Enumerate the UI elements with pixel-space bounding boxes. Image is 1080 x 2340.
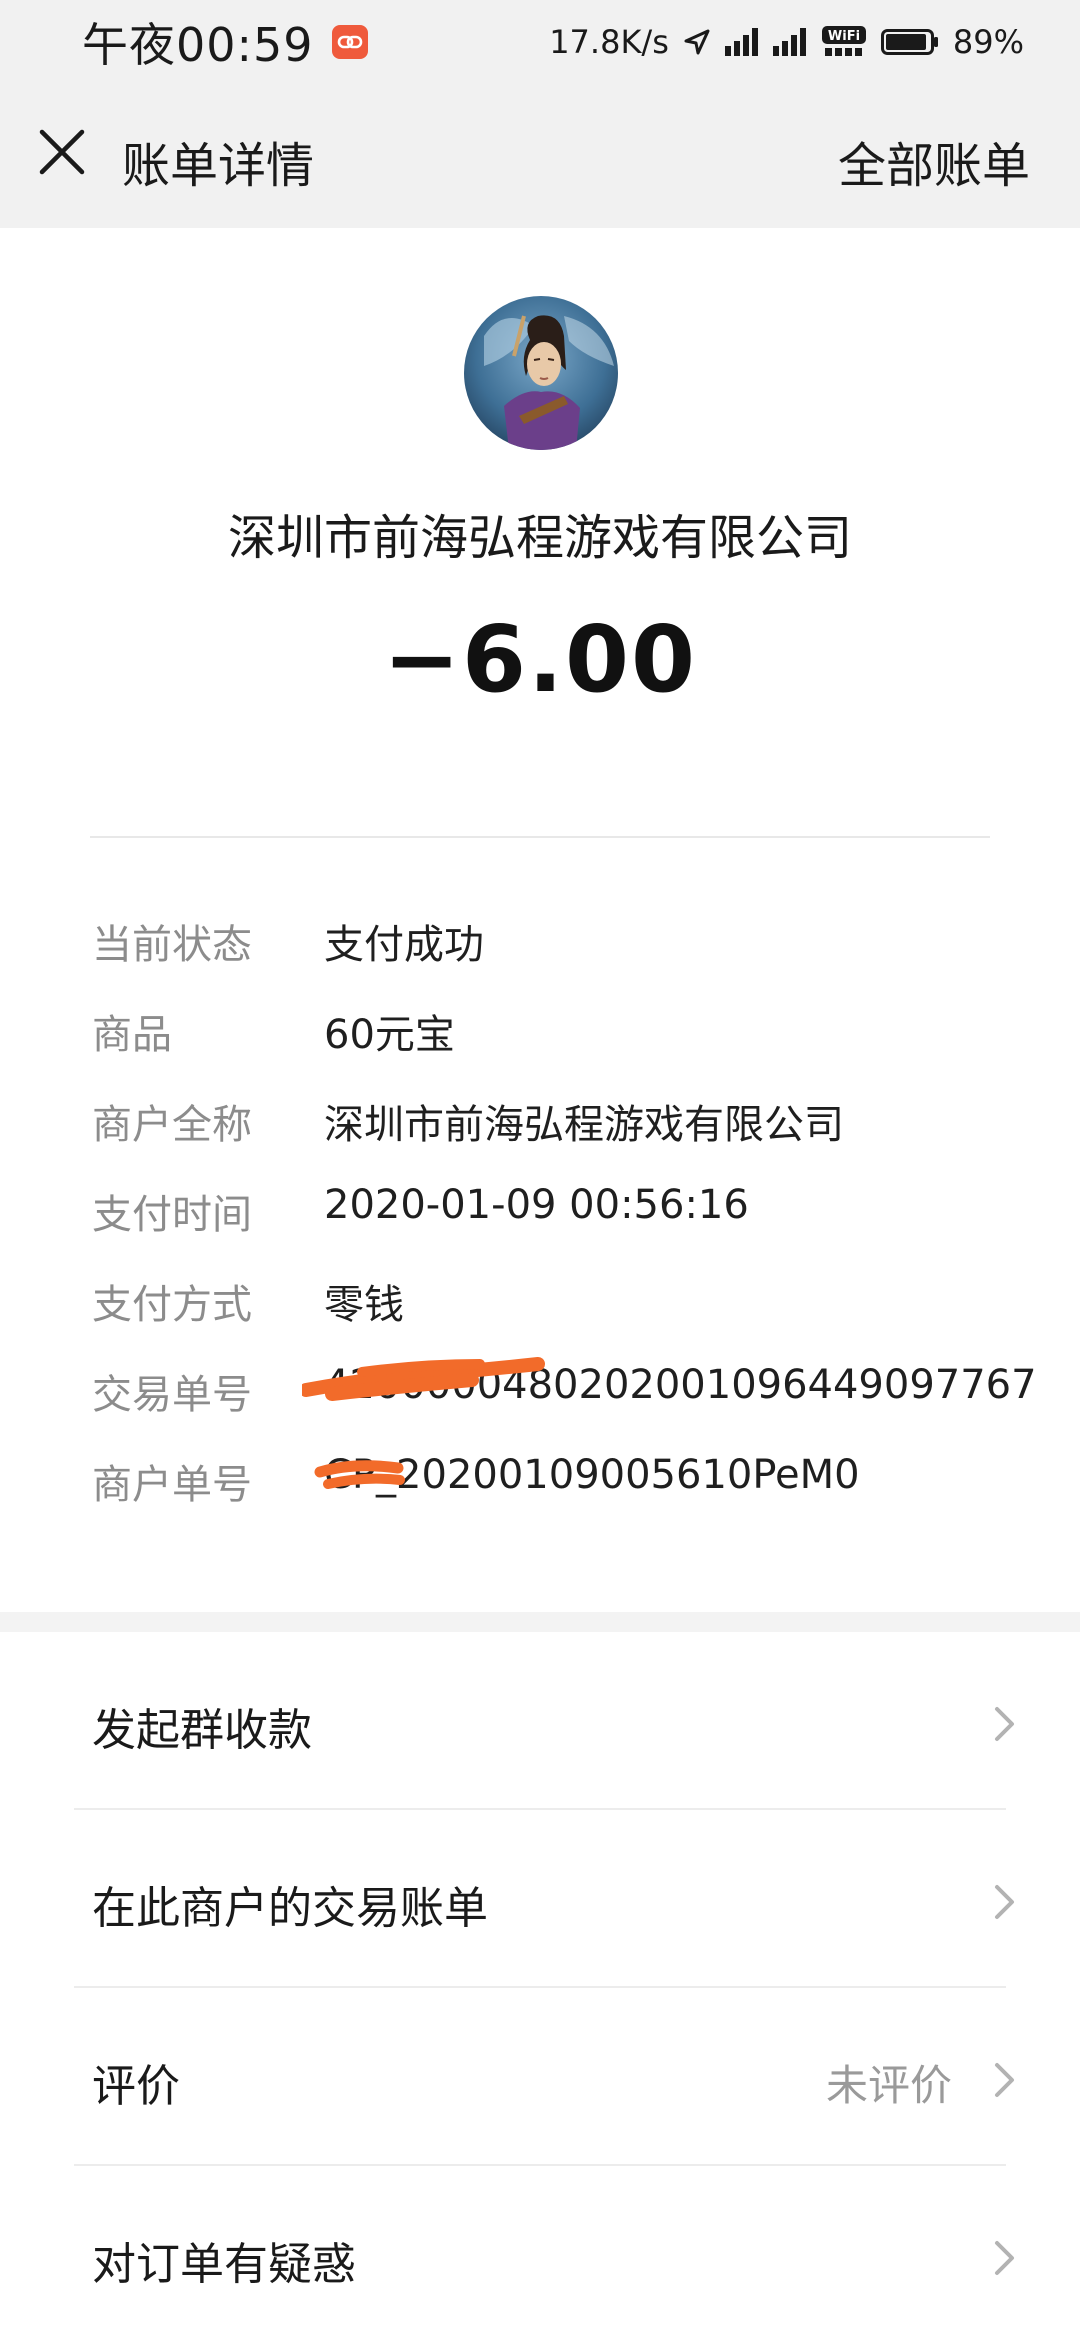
action-order-question[interactable]: 对订单有疑惑 [0, 2166, 1080, 2340]
divider [90, 836, 990, 838]
wifi-icon: WiFi [821, 26, 866, 56]
chevron-right-icon [995, 2241, 1014, 2275]
status-indicators: 17.8K/s WiFi 89% [549, 23, 1024, 61]
detail-label: 支付方式 [92, 1282, 252, 1328]
action-merchant-bills[interactable]: 在此商户的交易账单 [0, 1810, 1080, 1988]
detail-row-merchant: 商户全称 深圳市前海弘程游戏有限公司 [92, 1086, 1012, 1176]
detail-row-product: 商品 60元宝 [92, 996, 1012, 1086]
detail-label: 当前状态 [92, 922, 252, 968]
detail-value: 零钱 [324, 1282, 404, 1328]
detail-value: 2020-01-09 00:56:16 [324, 1182, 749, 1228]
detail-label: 商户单号 [92, 1462, 252, 1508]
detail-row-pay-time: 支付时间 2020-01-09 00:56:16 [92, 1176, 1012, 1266]
detail-value: 支付成功 [324, 922, 484, 968]
transaction-amount: −6.00 [382, 606, 698, 713]
close-icon[interactable] [34, 124, 90, 180]
detail-label: 交易单号 [92, 1372, 252, 1418]
detail-label: 商品 [92, 1012, 172, 1058]
merchant-name: 深圳市前海弘程游戏有限公司 [227, 510, 852, 566]
action-review[interactable]: 评价 未评价 [0, 1988, 1080, 2166]
action-label: 评价 [92, 2061, 180, 2112]
transaction-details: 当前状态 支付成功 商品 60元宝 商户全称 深圳市前海弘程游戏有限公司 支付时… [92, 906, 1037, 1536]
action-list: 发起群收款 在此商户的交易账单 评价 未评价 对订单有疑惑 [0, 1632, 1080, 2340]
detail-row-pay-method: 支付方式 零钱 [92, 1266, 1012, 1356]
review-status: 未评价 [825, 2061, 952, 2110]
chevron-right-icon [995, 1885, 1014, 1919]
link-app-icon [331, 25, 368, 59]
detail-label: 商户全称 [92, 1102, 252, 1148]
section-divider [0, 1612, 1080, 1632]
network-speed: 17.8K/s [549, 23, 669, 61]
signal-icon-2 [772, 28, 806, 56]
action-label: 在此商户的交易账单 [92, 1883, 488, 1934]
svg-text:WiFi: WiFi [828, 29, 860, 44]
all-bills-link[interactable]: 全部账单 [838, 126, 1030, 196]
merchant-avatar [464, 296, 618, 450]
chevron-right-icon [995, 1707, 1014, 1741]
detail-row-transaction-id: 交易单号 4200000480202001096449097767 [92, 1356, 1037, 1446]
battery-percent: 89% [952, 23, 1024, 61]
status-bar: 午夜00:59 17.8K/s WiFi 89% [0, 0, 1080, 84]
detail-value[interactable]: CP_20200109005610PeM0 [324, 1452, 860, 1498]
battery-icon [880, 29, 938, 55]
action-label: 对订单有疑惑 [92, 2239, 356, 2290]
page-title: 账单详情 [122, 138, 315, 194]
detail-label: 支付时间 [92, 1192, 252, 1238]
action-group-collect[interactable]: 发起群收款 [0, 1632, 1080, 1810]
detail-row-merchant-order-id: 商户单号 CP_20200109005610PeM0 [92, 1446, 1012, 1536]
detail-value: 深圳市前海弘程游戏有限公司 [324, 1102, 844, 1148]
action-label: 发起群收款 [92, 1705, 312, 1756]
detail-value[interactable]: 4200000480202001096449097767 [324, 1362, 1037, 1408]
detail-value: 60元宝 [324, 1012, 455, 1058]
signal-icon [724, 28, 758, 56]
nav-bar: 账单详情 全部账单 [0, 84, 1080, 228]
detail-row-status: 当前状态 支付成功 [92, 906, 1012, 996]
status-time: 午夜00:59 [82, 18, 314, 72]
location-arrow-icon [684, 29, 710, 55]
chevron-right-icon [995, 2063, 1014, 2097]
